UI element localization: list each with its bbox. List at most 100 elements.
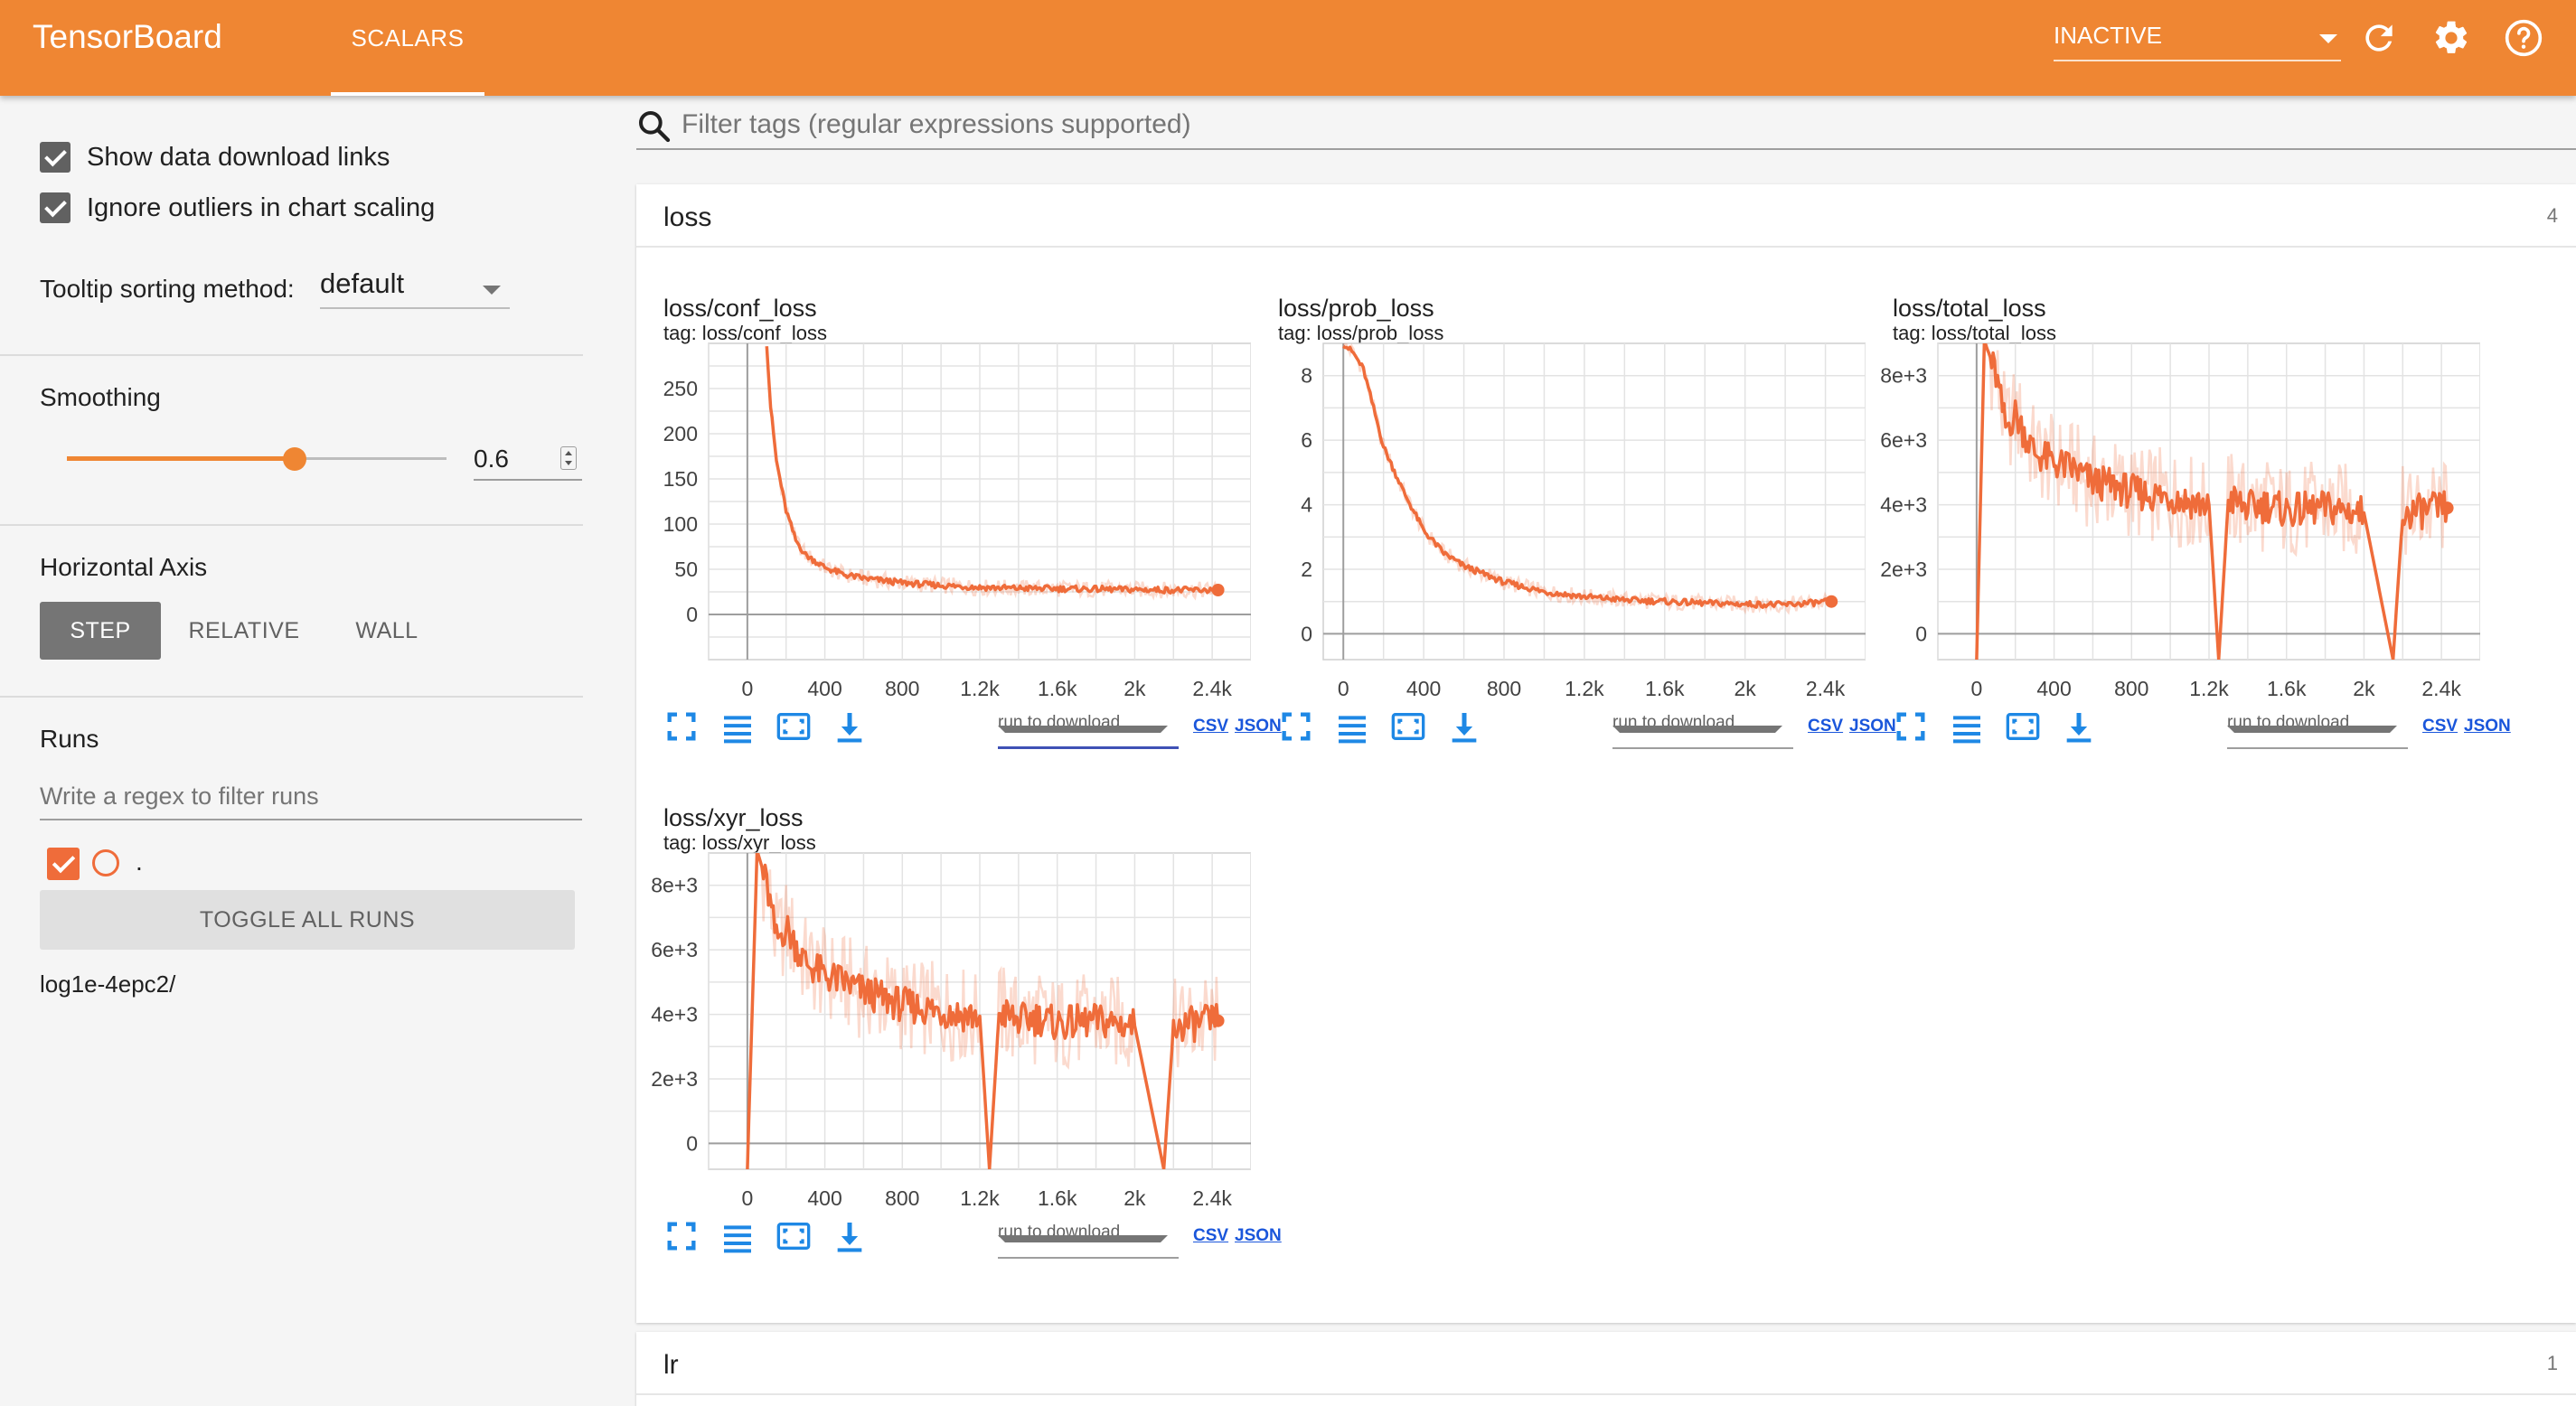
y-tick-label: 4e+3: [1880, 493, 1927, 517]
tag-group-header[interactable]: lr 1: [636, 1332, 2576, 1395]
toggle-all-runs-button[interactable]: TOGGLE ALL RUNS: [40, 890, 575, 950]
x-tick-label: 0: [741, 1186, 753, 1205]
search-icon: [639, 111, 671, 143]
x-tick-label: 2.4k: [1192, 677, 1232, 696]
run-to-download-select[interactable]: run to download: [2227, 709, 2408, 749]
run-radio-icon[interactable]: [92, 849, 119, 876]
fit-domain-icon[interactable]: [2005, 708, 2041, 745]
fullscreen-icon[interactable]: [1278, 708, 1314, 745]
download-icon[interactable]: [1446, 708, 1482, 745]
plot-frame: [1322, 342, 1866, 661]
y-tick-label: 0: [1301, 622, 1312, 645]
run-checkbox[interactable]: [47, 848, 80, 880]
tag-group-count: 1: [2546, 1352, 2558, 1374]
y-tick-label: 250: [663, 377, 698, 400]
runs-filter-input[interactable]: Write a regex to filter runs: [40, 775, 582, 820]
smoothing-slider-fill: [67, 456, 295, 461]
tag-filter-input[interactable]: [682, 105, 2308, 145]
stepper-icon[interactable]: [560, 446, 577, 470]
x-tick-label: 1.6k: [2267, 677, 2307, 696]
json-download-link[interactable]: JSON: [1235, 1226, 1282, 1246]
axis-step-button[interactable]: STEP: [40, 602, 161, 660]
x-tick-label: 1.2k: [960, 1186, 1000, 1205]
ignore-outliers-label: Ignore outliers in chart scaling: [87, 192, 436, 222]
tooltip-sorting-select[interactable]: default: [320, 267, 510, 309]
csv-download-link[interactable]: CSV: [1193, 1226, 1228, 1246]
y-tick-label: 0: [1915, 622, 1927, 645]
csv-download-link[interactable]: CSV: [2422, 717, 2458, 736]
checkbox-checked-icon: [40, 142, 71, 173]
y-tick-label: 200: [663, 422, 698, 445]
fullscreen-icon[interactable]: [1893, 708, 1929, 745]
show-download-links-checkbox[interactable]: Show data download links: [40, 139, 390, 175]
top-app-bar: TensorBoard SCALARS INACTIVE: [0, 0, 2576, 96]
y-tick-label: 100: [663, 512, 698, 536]
tooltip-sorting-label: Tooltip sorting method:: [40, 275, 295, 303]
fit-domain-icon[interactable]: [776, 708, 812, 745]
help-icon[interactable]: [2504, 18, 2543, 58]
active-tab-underline: [331, 92, 484, 96]
gear-icon[interactable]: [2431, 18, 2471, 58]
list-icon[interactable]: [1334, 708, 1370, 745]
fit-domain-icon[interactable]: [1390, 708, 1426, 745]
app-title: TensorBoard: [33, 18, 222, 55]
y-tick-label: 50: [674, 558, 698, 581]
list-icon[interactable]: [1949, 708, 1985, 745]
refresh-icon[interactable]: [2359, 18, 2399, 58]
card-title: loss/conf_loss: [663, 295, 817, 322]
fullscreen-icon[interactable]: [663, 708, 700, 745]
x-tick-label: 400: [807, 677, 841, 696]
json-download-link[interactable]: JSON: [2464, 717, 2511, 736]
chevron-down-icon: [998, 1235, 1168, 1242]
status-dropdown-value: INACTIVE: [2054, 22, 2162, 49]
x-tick-label: 1.2k: [2189, 677, 2229, 696]
x-tick-label: 2.4k: [1192, 1186, 1232, 1205]
run-to-download-select[interactable]: run to download: [998, 1219, 1179, 1259]
x-tick-label: 1.2k: [1565, 677, 1604, 696]
line-chart[interactable]: 0 400 800 1.2k 1.6k 2k 2.4k 0 2e+3 4e+3 6e+3 8e+3: [636, 844, 1251, 1205]
tag-group-title: lr: [663, 1350, 679, 1380]
y-tick-label: 2e+3: [1880, 558, 1927, 581]
x-tick-label: 2k: [1735, 677, 1757, 696]
sidebar-divider: [0, 524, 583, 526]
download-icon[interactable]: [832, 1218, 868, 1254]
chevron-down-icon: [2319, 34, 2337, 43]
x-tick-label: 800: [2114, 677, 2148, 696]
series-end-point: [1211, 584, 1225, 596]
line-chart[interactable]: 0 400 800 1.2k 1.6k 2k 2.4k 0 2 4 6 8: [1251, 334, 1866, 696]
x-tick-label: 1.6k: [1038, 1186, 1077, 1205]
run-to-download-select[interactable]: run to download: [1612, 709, 1793, 749]
tab-scalars[interactable]: SCALARS: [331, 0, 484, 96]
x-tick-label: 0: [741, 677, 753, 696]
y-tick-label: 4: [1301, 493, 1312, 517]
tab-scalars-label: SCALARS: [351, 24, 465, 52]
csv-download-link[interactable]: CSV: [1193, 717, 1228, 736]
x-tick-label: 0: [1970, 677, 1982, 696]
scalar-card-conf-loss: loss/conf_loss tag: loss/conf_loss 0 400 8…: [636, 280, 1282, 786]
tag-group-header[interactable]: loss 4: [636, 184, 2576, 248]
status-dropdown[interactable]: INACTIVE: [2054, 18, 2341, 61]
download-icon[interactable]: [2061, 708, 2097, 745]
x-tick-label: 2k: [1123, 677, 1146, 696]
fullscreen-icon[interactable]: [663, 1218, 700, 1254]
x-tick-label: 2.4k: [2421, 677, 2461, 696]
fit-domain-icon[interactable]: [776, 1218, 812, 1254]
line-chart[interactable]: 0 400 800 1.2k 1.6k 2k 2.4k 0 2e+3 4e+3 6e+3 8e+3: [1866, 334, 2480, 696]
download-icon[interactable]: [832, 708, 868, 745]
card-title: loss/xyr_loss: [663, 804, 804, 831]
sidebar: Show data download links Ignore outliers…: [0, 96, 624, 1406]
list-icon[interactable]: [719, 1218, 756, 1254]
smoothing-slider-handle[interactable]: [283, 447, 306, 471]
tag-filter[interactable]: [636, 103, 2576, 150]
scalar-card-prob-loss: loss/prob_loss tag: loss/prob_loss 0 400 8…: [1251, 280, 1896, 786]
line-chart[interactable]: 0 400 800 1.2k 1.6k 2k 2.4k 0 50 100 150 200 250: [636, 334, 1251, 696]
chevron-down-icon: [2227, 726, 2397, 733]
smoothing-input[interactable]: 0.6: [474, 437, 582, 481]
axis-wall-button[interactable]: WALL: [331, 602, 443, 660]
y-tick-label: 8e+3: [651, 874, 698, 897]
axis-relative-button[interactable]: RELATIVE: [177, 602, 311, 660]
list-icon[interactable]: [719, 708, 756, 745]
ignore-outliers-checkbox[interactable]: Ignore outliers in chart scaling: [40, 190, 435, 226]
run-to-download-select[interactable]: run to download: [998, 709, 1179, 749]
csv-download-link[interactable]: CSV: [1808, 717, 1843, 736]
